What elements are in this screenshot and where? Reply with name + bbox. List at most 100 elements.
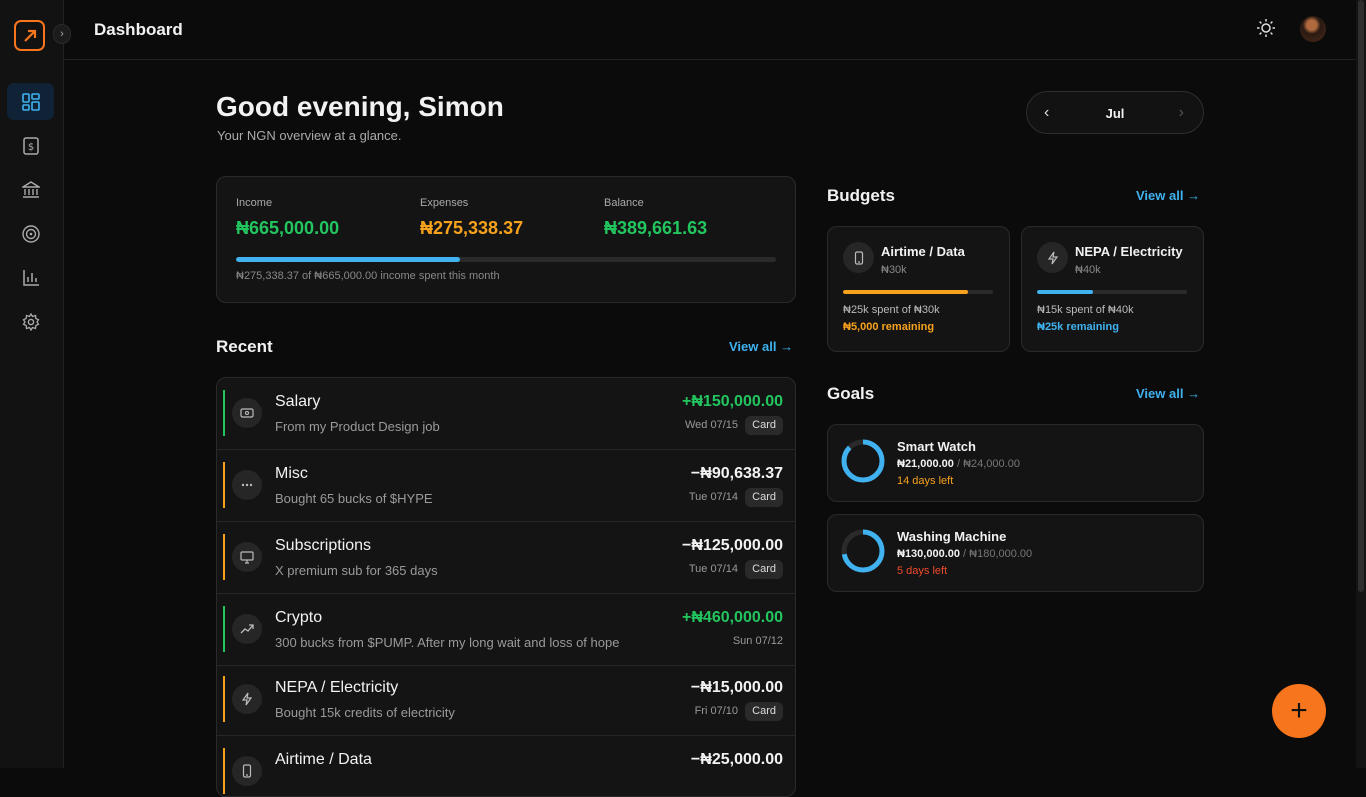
- sidebar-item-reports[interactable]: [7, 259, 54, 296]
- greeting: Good evening, Simon: [216, 91, 504, 122]
- budgets-title: Budgets: [827, 186, 895, 205]
- logo-icon[interactable]: [14, 20, 45, 51]
- income-label: Income: [236, 197, 273, 209]
- budget-remaining: ₦5,000 remaining: [843, 321, 935, 333]
- transaction-date: Sun 07/12: [732, 635, 783, 647]
- budget-card[interactable]: Airtime / Data ₦30k ₦25k spent of ₦30k ₦5,0…: [827, 226, 1010, 352]
- phone-icon: [843, 242, 874, 273]
- sidebar-item-transactions[interactable]: $: [7, 127, 54, 164]
- svg-text:$: $: [27, 142, 33, 153]
- subtitle: Your NGN overview at a glance.: [217, 128, 402, 143]
- goal-name: Smart Watch: [897, 439, 976, 454]
- transaction-row[interactable]: Salary From my Product Design job +₦150,00…: [217, 378, 795, 450]
- avatar[interactable]: [1300, 16, 1326, 42]
- budget-progress-fill: [1037, 290, 1094, 294]
- budget-progress-bar: [1037, 290, 1187, 294]
- payment-method-badge: Card: [745, 488, 783, 507]
- transaction-row[interactable]: Crypto 300 bucks from $PUMP. After my lon…: [217, 594, 795, 666]
- month-picker: ‹ Jul ›: [1026, 91, 1204, 134]
- transaction-accent-bar: [223, 748, 225, 794]
- transaction-description: Bought 15k credits of electricity: [275, 705, 455, 720]
- sidebar-item-goals[interactable]: [7, 215, 54, 252]
- chevron-right-icon[interactable]: ›: [1179, 104, 1184, 122]
- transaction-accent-bar: [223, 390, 225, 436]
- goal-progress-ring: [841, 439, 885, 483]
- page-title: Dashboard: [94, 20, 183, 39]
- budget-spent: ₦15k spent of ₦40k: [1037, 304, 1134, 316]
- add-transaction-button[interactable]: +: [1272, 684, 1326, 738]
- goal-card[interactable]: Smart Watch ₦21,000.00 / ₦24,000.00 14 day…: [827, 424, 1204, 502]
- transaction-description: From my Product Design job: [275, 419, 440, 434]
- trending-up-icon: [232, 614, 262, 644]
- spent-progress-fill: [236, 257, 460, 262]
- spent-caption: ₦275,338.37 of ₦665,000.00 income spent …: [236, 270, 500, 282]
- sidebar-item-dashboard[interactable]: [7, 83, 54, 120]
- budget-name: NEPA / Electricity: [1075, 244, 1183, 259]
- budget-limit: ₦30k: [881, 264, 907, 276]
- budget-progress-bar: [843, 290, 993, 294]
- budgets-view-all-link[interactable]: View all →: [1136, 188, 1200, 203]
- budget-limit: ₦40k: [1075, 264, 1101, 276]
- bank-icon: [21, 180, 40, 198]
- transaction-name: Airtime / Data: [275, 751, 372, 768]
- goal-amounts: ₦21,000.00 / ₦24,000.00: [897, 458, 1020, 470]
- sidebar-item-settings[interactable]: [7, 303, 54, 340]
- transaction-row[interactable]: Subscriptions X premium sub for 365 days −…: [217, 522, 795, 594]
- transaction-amount: −₦25,000.00: [690, 751, 783, 768]
- chart-icon: [22, 269, 39, 286]
- transaction-description: X premium sub for 365 days: [275, 563, 438, 578]
- transaction-description: 300 bucks from $PUMP. After my long wait…: [275, 635, 620, 650]
- summary-card: Income ₦665,000.00 Expenses ₦275,338.37 …: [216, 176, 796, 303]
- recent-transactions-list: Salary From my Product Design job +₦150,00…: [216, 377, 796, 797]
- wallet-icon: [232, 398, 262, 428]
- goals-view-all-link[interactable]: View all →: [1136, 386, 1200, 401]
- transaction-accent-bar: [223, 676, 225, 722]
- transaction-amount: +₦150,000.00: [682, 393, 783, 410]
- lightning-icon: [232, 684, 262, 714]
- budget-card[interactable]: NEPA / Electricity ₦40k ₦15k spent of ₦40k…: [1021, 226, 1204, 352]
- goal-progress-ring: [841, 529, 885, 573]
- goals-title: Goals: [827, 384, 875, 403]
- transaction-date: Wed 07/15: [684, 419, 738, 431]
- spent-progress-bar: [236, 257, 776, 262]
- dashboard-icon: [21, 92, 40, 111]
- transaction-amount: −₦15,000.00: [690, 679, 783, 696]
- payment-method-badge: Card: [745, 702, 783, 721]
- budget-progress-fill: [843, 290, 968, 294]
- transaction-name: Misc: [275, 465, 308, 482]
- transaction-date: Tue 07/14: [688, 491, 738, 503]
- gear-icon: [22, 312, 39, 331]
- target-icon: [21, 224, 40, 243]
- sidebar: $: [0, 0, 64, 768]
- payment-method-badge: Card: [745, 416, 783, 435]
- lightning-icon: [1037, 242, 1068, 273]
- budget-spent: ₦25k spent of ₦30k: [843, 304, 940, 316]
- transaction-row[interactable]: Airtime / Data −₦25,000.00: [217, 736, 795, 796]
- goal-days-left: 14 days left: [897, 475, 954, 487]
- transaction-amount: −₦90,638.37: [690, 465, 783, 482]
- goal-card[interactable]: Washing Machine ₦130,000.00 / ₦180,000.00…: [827, 514, 1204, 592]
- recent-title: Recent: [216, 337, 273, 356]
- scrollbar-thumb[interactable]: [1358, 0, 1364, 592]
- transaction-row[interactable]: NEPA / Electricity Bought 15k credits of …: [217, 664, 795, 736]
- budget-remaining: ₦25k remaining: [1037, 321, 1119, 333]
- month-label: Jul: [1105, 106, 1125, 121]
- transaction-row[interactable]: Misc Bought 65 bucks of $HYPE −₦90,638.37 T…: [217, 450, 795, 522]
- income-value: ₦665,000.00: [236, 218, 340, 238]
- sidebar-item-accounts[interactable]: [7, 171, 54, 208]
- balance-label: Balance: [604, 197, 644, 209]
- goal-amounts: ₦130,000.00 / ₦180,000.00: [897, 548, 1033, 560]
- goal-saved: ₦130,000.00: [897, 548, 960, 560]
- payment-method-badge: Card: [745, 560, 783, 579]
- topbar: Dashboard: [64, 0, 1356, 60]
- transaction-amount: −₦125,000.00: [682, 537, 783, 554]
- dots-icon: [232, 470, 262, 500]
- transaction-date: Tue 07/14: [688, 563, 738, 575]
- sun-icon[interactable]: [1256, 18, 1276, 38]
- expenses-value: ₦275,338.37: [420, 218, 524, 238]
- goal-saved: ₦21,000.00: [897, 458, 954, 470]
- recent-view-all-link[interactable]: View all →: [729, 339, 793, 354]
- plus-icon: +: [1290, 694, 1308, 727]
- phone-icon: [232, 756, 262, 786]
- receipt-icon: $: [22, 136, 39, 155]
